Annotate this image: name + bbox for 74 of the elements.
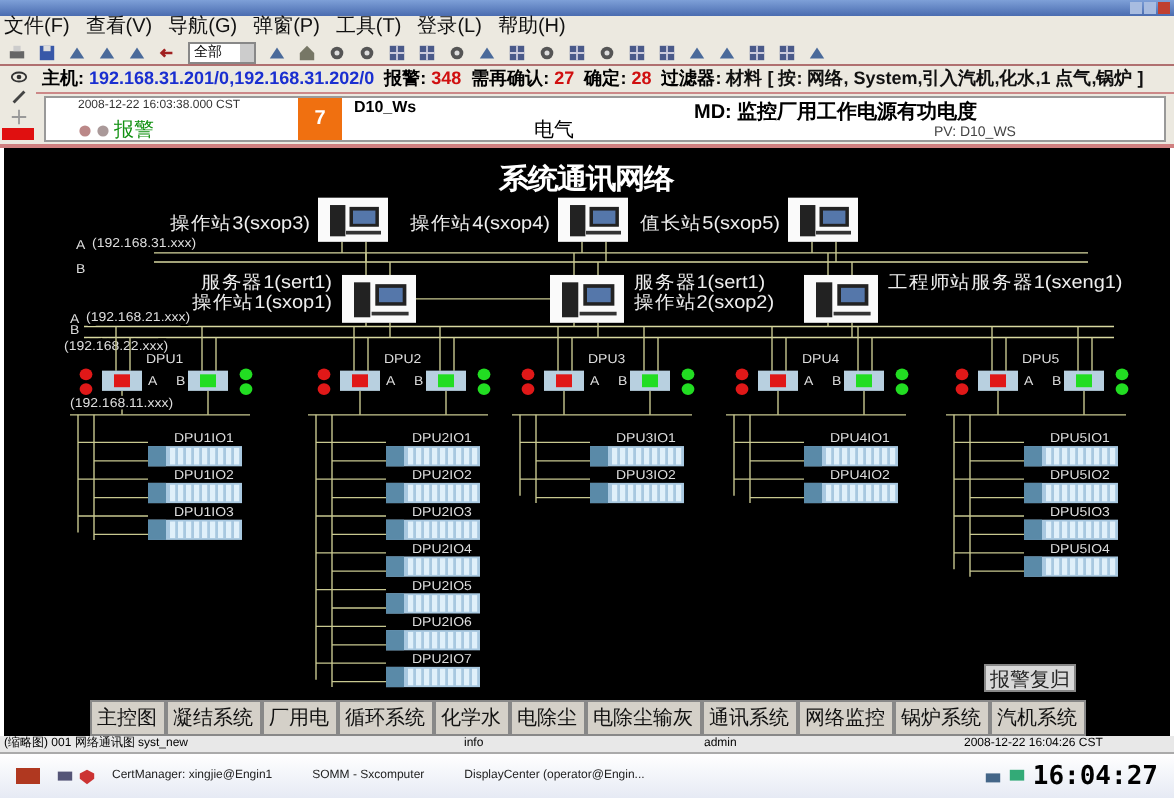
- io-rack-icon: [148, 519, 242, 540]
- io-rack-icon: [590, 482, 684, 504]
- nav-button[interactable]: 通讯系统: [701, 700, 797, 736]
- controller-module-icon: [188, 370, 228, 391]
- io-rack-icon: [804, 482, 898, 504]
- io-rack-icon: [1024, 556, 1118, 577]
- station-label: 工程师站服务器1(sxeng1): [888, 272, 1123, 294]
- menu-item[interactable]: 弹窗(P): [253, 16, 320, 40]
- nav-button[interactable]: 电除尘输灰: [585, 700, 701, 736]
- io-rack-icon: [386, 556, 480, 577]
- menu-item[interactable]: 导航(G): [168, 16, 238, 40]
- menu-item[interactable]: 查看(V): [85, 16, 153, 40]
- station-label: 服务器1(sert1): [634, 272, 766, 294]
- io-rack-icon: [386, 666, 480, 688]
- diagram-title: 系统通讯网络: [498, 165, 674, 197]
- station-label: 值长站5(sxop5): [639, 213, 780, 235]
- nav-button[interactable]: 厂用电: [261, 700, 337, 736]
- printer-icon[interactable]: [8, 43, 26, 61]
- info-field: 报警: 348: [384, 66, 462, 92]
- station-label: 操作站3(sxop3): [169, 213, 310, 235]
- nav-button[interactable]: 循环系统: [337, 700, 433, 736]
- pencil-icon[interactable]: [9, 88, 27, 106]
- controller-module-icon: [630, 370, 670, 391]
- io-rack-icon: [386, 630, 480, 651]
- alarm-description: MD: 监控厂用工作电源有功电度: [694, 98, 980, 126]
- priority-badge: 7: [298, 98, 342, 140]
- menu-item[interactable]: 帮助(H): [497, 16, 566, 40]
- alarm-area: 电气: [534, 98, 694, 140]
- io-rack-icon: [386, 593, 480, 614]
- io-rack-icon: [386, 482, 480, 504]
- eye-icon[interactable]: [9, 68, 27, 86]
- alarm-indicator: [2, 128, 34, 140]
- menu-item[interactable]: 文件(F): [4, 16, 70, 40]
- io-rack-icon: [148, 446, 242, 467]
- left-icon[interactable]: [158, 43, 176, 61]
- nav-button[interactable]: 主控图: [89, 700, 165, 736]
- controller-module-icon: [340, 370, 380, 391]
- io-rack-icon: [590, 446, 684, 467]
- nav-button[interactable]: 凝结系统: [165, 700, 261, 736]
- io-rack-icon: [148, 482, 242, 504]
- info-field: 确定: 28: [584, 66, 652, 92]
- controller-module-icon: [426, 370, 466, 391]
- io-rack-icon: [804, 446, 898, 467]
- alarm-reset-button[interactable]: 报警复归: [984, 664, 1076, 692]
- nav-button[interactable]: 电除尘: [509, 700, 585, 736]
- controller-module-icon: [978, 370, 1018, 391]
- menu-item[interactable]: 工具(T): [335, 16, 402, 40]
- menu-item[interactable]: 登录(L): [417, 16, 482, 40]
- nav-button[interactable]: 化学水: [433, 700, 509, 736]
- alarm-tag: D10_Ws: [354, 98, 417, 116]
- start-button[interactable]: [16, 768, 40, 784]
- controller-module-icon: [844, 370, 884, 391]
- caret-icon: [240, 43, 254, 61]
- nav-button[interactable]: 网络监控: [797, 700, 893, 736]
- controller-module-icon: [102, 370, 142, 391]
- info-field: 主机: 192.168.31.201/0,192.168.31.202/0: [42, 66, 375, 92]
- info-field: 过滤器: 材料 [ 按: 网络, System,引入汽机,化水,1 点气,锅炉 ]: [661, 66, 1144, 92]
- io-rack-icon: [386, 446, 480, 467]
- clock: 16:04:27: [1032, 761, 1158, 791]
- io-rack-icon: [1024, 482, 1118, 504]
- nav-button[interactable]: 汽机系统: [989, 700, 1085, 736]
- controller-module-icon: [544, 370, 584, 391]
- station-label: 操作站1(sxop1): [191, 292, 332, 314]
- station-label: 操作站4(sxop4): [409, 213, 550, 235]
- controller-module-icon: [758, 370, 798, 391]
- io-rack-icon: [1024, 446, 1118, 467]
- nav-button[interactable]: 锅炉系统: [893, 700, 989, 736]
- io-rack-icon: [386, 519, 480, 540]
- controller-module-icon: [1064, 370, 1104, 391]
- station-label: 服务器1(sert1): [200, 272, 332, 294]
- station-label: 操作站2(sxop2): [634, 292, 775, 314]
- alarm-status: 报警: [114, 117, 154, 144]
- io-rack-icon: [1024, 519, 1118, 540]
- info-field: 需再确认: 27: [471, 66, 575, 92]
